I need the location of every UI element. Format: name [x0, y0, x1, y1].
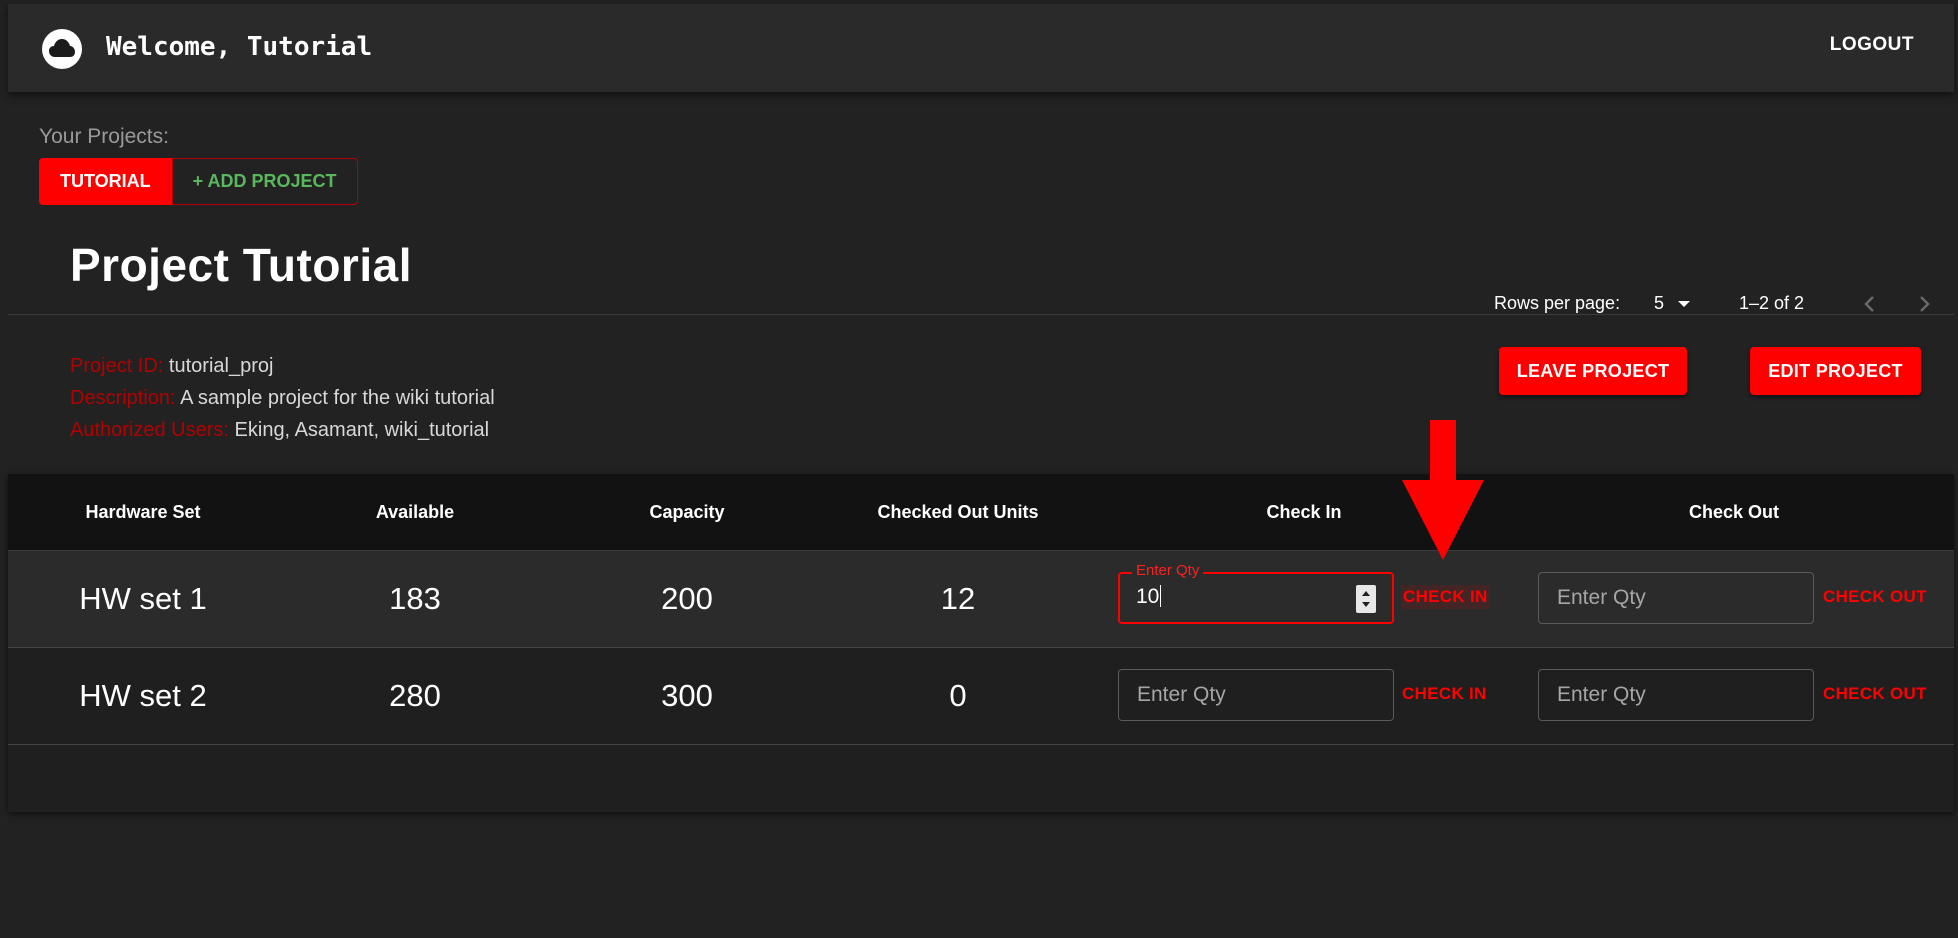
- check-out-placeholder: Enter Qty: [1557, 586, 1646, 609]
- edit-project-button[interactable]: EDIT PROJECT: [1750, 347, 1921, 395]
- checked-out-value: 0: [949, 678, 967, 713]
- table-pagination: [8, 746, 1954, 812]
- check-in-button[interactable]: CHECK IN: [1401, 585, 1490, 609]
- rows-per-page-label: Rows per page:: [1494, 293, 1621, 313]
- project-info: Project ID: tutorial_proj Description: A…: [70, 350, 495, 446]
- available-value: 280: [389, 678, 441, 713]
- check-out-placeholder: Enter Qty: [1557, 683, 1646, 706]
- description-label: Description:: [70, 387, 176, 409]
- app-header: Welcome, Tutorial LOGOUT: [8, 4, 1954, 92]
- column-header-check-out: Check Out: [1688, 502, 1780, 522]
- projects-label: Your Projects:: [39, 125, 169, 148]
- cloud-icon: [42, 29, 82, 69]
- logout-button[interactable]: LOGOUT: [1830, 34, 1914, 56]
- caret-down-icon: [1678, 301, 1691, 307]
- authorized-users-value: Eking, Asamant, wiki_tutorial: [234, 419, 490, 441]
- column-header-capacity: Capacity: [649, 502, 725, 522]
- pagination-range: 1–2 of 2: [1739, 293, 1805, 313]
- annotation-arrow-icon: [1402, 420, 1484, 565]
- divider: [8, 314, 1954, 315]
- chevron-left-icon: [1864, 296, 1874, 312]
- description-value: A sample project for the wiki tutorial: [180, 387, 495, 409]
- table-row: HW set 2 280 300 0 Enter Qty CHECK IN En…: [8, 648, 1954, 745]
- check-out-qty-input[interactable]: Enter Qty: [1538, 572, 1814, 624]
- page-title: Project Tutorial: [70, 239, 412, 291]
- number-spinner[interactable]: [1356, 585, 1376, 613]
- down-arrow-icon: [1402, 420, 1484, 560]
- leave-project-button[interactable]: LEAVE PROJECT: [1499, 347, 1687, 395]
- rows-per-page-select[interactable]: 5: [1654, 293, 1691, 314]
- chevron-right-icon: [1920, 296, 1930, 312]
- hardware-table: Hardware Set Available Capacity Checked …: [8, 474, 1954, 812]
- project-id-label: Project ID:: [70, 355, 164, 377]
- check-in-qty-input[interactable]: Enter Qty 10: [1118, 562, 1394, 624]
- tab-tutorial[interactable]: TUTORIAL: [39, 158, 172, 205]
- text-caret: [1160, 585, 1162, 607]
- check-out-button[interactable]: CHECK OUT: [1823, 587, 1927, 607]
- available-value: 183: [389, 581, 441, 616]
- next-page-button[interactable]: [1912, 292, 1936, 321]
- authorized-users-label: Authorized Users:: [70, 419, 229, 441]
- check-out-button[interactable]: CHECK OUT: [1823, 684, 1927, 704]
- previous-page-button[interactable]: [1858, 292, 1882, 321]
- check-in-qty-input[interactable]: Enter Qty: [1118, 669, 1394, 721]
- hw-set-name: HW set 1: [79, 581, 207, 616]
- capacity-value: 300: [661, 678, 713, 713]
- column-header-check-in: Check In: [1266, 502, 1342, 522]
- check-in-button[interactable]: CHECK IN: [1402, 684, 1487, 704]
- check-in-placeholder: Enter Qty: [1137, 683, 1226, 706]
- checked-out-value: 12: [940, 581, 976, 616]
- hw-set-name: HW set 2: [79, 678, 207, 713]
- add-project-button[interactable]: + ADD PROJECT: [171, 158, 358, 205]
- description-line: Description: A sample project for the wi…: [70, 382, 495, 414]
- project-id-line: Project ID: tutorial_proj: [70, 350, 495, 382]
- check-in-qty-label: Enter Qty: [1132, 562, 1204, 579]
- capacity-value: 200: [661, 581, 713, 616]
- check-out-qty-input[interactable]: Enter Qty: [1538, 669, 1814, 721]
- authorized-users-line: Authorized Users: Eking, Asamant, wiki_t…: [70, 414, 495, 446]
- welcome-text: Welcome, Tutorial: [106, 32, 373, 62]
- project-id-value: tutorial_proj: [168, 355, 274, 377]
- spinner-arrows-icon: [1362, 591, 1370, 607]
- cloud-icon-glyph: [49, 39, 75, 57]
- column-header-available: Available: [375, 502, 455, 522]
- rows-per-page-value: 5: [1654, 293, 1665, 313]
- table-header: Hardware Set Available Capacity Checked …: [8, 474, 1954, 551]
- column-header-hardware-set: Hardware Set: [85, 502, 201, 522]
- check-in-qty-value: 10: [1136, 585, 1160, 608]
- table-row: HW set 1 183 200 12 Enter Qty 10 CHECK I…: [8, 551, 1954, 648]
- project-tabs: TUTORIAL + ADD PROJECT: [39, 158, 358, 205]
- column-header-checked-out: Checked Out Units: [877, 502, 1039, 522]
